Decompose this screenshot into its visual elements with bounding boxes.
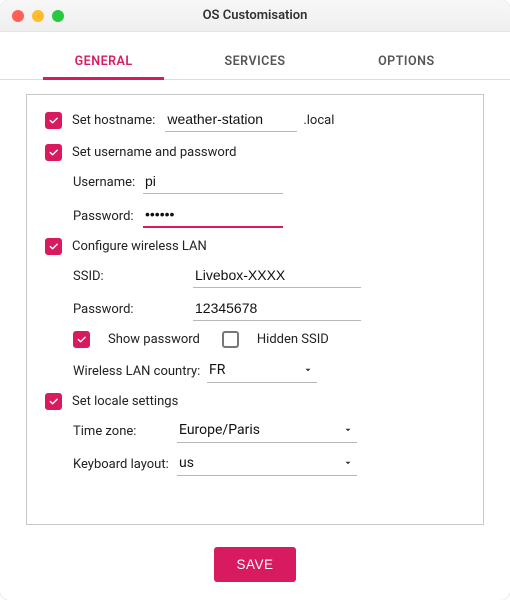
hidden-ssid-checkbox[interactable] [222, 331, 239, 348]
show-password-label: Show password [108, 332, 200, 347]
set-hostname-checkbox[interactable] [45, 112, 62, 129]
timezone-select[interactable]: Europe/Paris [177, 420, 357, 443]
wifi-password-label: Password: [73, 302, 193, 317]
window: OS Customisation GENERAL SERVICES OPTION… [0, 0, 510, 600]
chevron-down-icon [303, 365, 313, 375]
check-icon [76, 334, 87, 345]
set-locale-checkbox[interactable] [45, 393, 62, 410]
timezone-row: Time zone: Europe/Paris [73, 420, 465, 443]
window-title: OS Customisation [0, 8, 510, 23]
hostname-label: Set hostname: [72, 113, 155, 128]
wifi-country-value: FR [209, 362, 225, 378]
timezone-value: Europe/Paris [179, 422, 260, 438]
locale-label: Set locale settings [72, 394, 178, 409]
set-userpass-checkbox[interactable] [45, 144, 62, 161]
show-password-checkbox[interactable] [73, 331, 90, 348]
hidden-ssid-label: Hidden SSID [257, 332, 329, 347]
username-label: Username: [73, 175, 143, 190]
tab-options[interactable]: OPTIONS [331, 42, 482, 79]
locale-row: Set locale settings [45, 393, 465, 410]
hostname-input[interactable] [165, 109, 297, 132]
tabs: GENERAL SERVICES OPTIONS [0, 42, 510, 80]
password-label: Password: [73, 209, 143, 224]
hostname-row: Set hostname: .local [45, 109, 465, 132]
hidden-ssid-group: Hidden SSID [222, 331, 329, 348]
check-icon [48, 396, 59, 407]
keyboard-value: us [179, 455, 194, 471]
ssid-label: SSID: [73, 269, 193, 284]
username-input[interactable] [143, 171, 283, 194]
wifi-label: Configure wireless LAN [72, 239, 207, 254]
wifi-options-row: Show password Hidden SSID [73, 331, 465, 348]
wifi-country-row: Wireless LAN country: FR [73, 360, 465, 383]
show-password-group: Show password [73, 331, 200, 348]
titlebar: OS Customisation [0, 0, 510, 32]
chevron-down-icon [343, 425, 353, 435]
userpass-row: Set username and password [45, 144, 465, 161]
maximize-icon[interactable] [52, 10, 64, 22]
keyboard-label: Keyboard layout: [73, 457, 177, 472]
save-button[interactable]: SAVE [214, 547, 295, 582]
ssid-row: SSID: [73, 265, 465, 288]
hostname-suffix: .local [303, 113, 334, 128]
footer: SAVE [0, 537, 510, 600]
keyboard-row: Keyboard layout: us [73, 453, 465, 476]
traffic-lights [0, 10, 64, 22]
minimize-icon[interactable] [32, 10, 44, 22]
userpass-label: Set username and password [72, 145, 236, 160]
configure-wifi-checkbox[interactable] [45, 238, 62, 255]
password-input[interactable] [143, 204, 283, 228]
check-icon [48, 147, 59, 158]
ssid-input[interactable] [193, 265, 361, 288]
chevron-down-icon [343, 458, 353, 468]
keyboard-select[interactable]: us [177, 453, 357, 476]
timezone-label: Time zone: [73, 424, 177, 439]
wifi-row: Configure wireless LAN [45, 238, 465, 255]
username-row: Username: [73, 171, 465, 194]
close-icon[interactable] [12, 10, 24, 22]
tab-general[interactable]: GENERAL [28, 42, 179, 79]
tab-services[interactable]: SERVICES [179, 42, 330, 79]
password-row: Password: [73, 204, 465, 228]
check-icon [48, 115, 59, 126]
check-icon [48, 241, 59, 252]
general-panel: Set hostname: .local Set username and pa… [26, 94, 484, 525]
wifi-password-row: Password: [73, 298, 465, 321]
wifi-country-label: Wireless LAN country: [73, 364, 207, 379]
wifi-password-input[interactable] [193, 298, 361, 321]
wifi-country-select[interactable]: FR [207, 360, 317, 383]
